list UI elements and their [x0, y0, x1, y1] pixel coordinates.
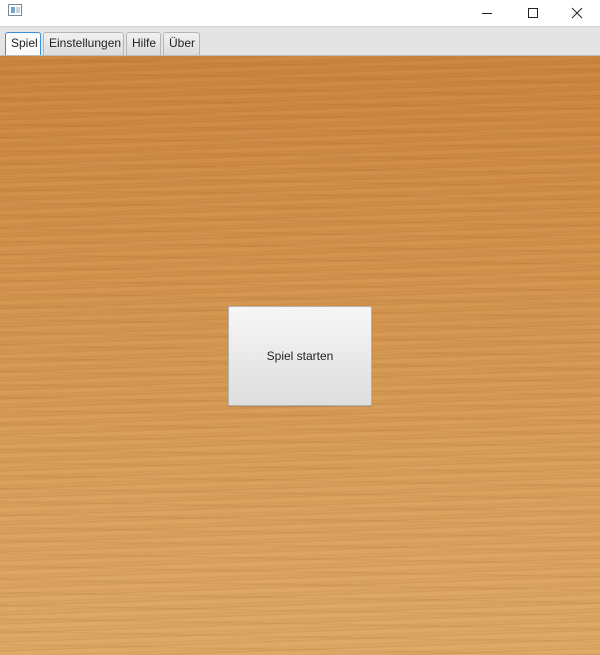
close-button[interactable]: [554, 0, 600, 26]
app-window: Spiel Einstellungen Hilfe Über Spiel sta…: [0, 0, 600, 655]
maximize-icon: [528, 8, 538, 18]
wood-background-panel: Spiel starten: [0, 56, 600, 655]
tab-ueber[interactable]: Über: [163, 32, 200, 55]
tab-einstellungen[interactable]: Einstellungen: [43, 32, 124, 55]
tab-spiel[interactable]: Spiel: [5, 32, 41, 55]
start-game-button-label: Spiel starten: [266, 349, 334, 363]
minimize-icon: [482, 13, 492, 14]
title-bar: [0, 0, 600, 26]
tab-bar: Spiel Einstellungen Hilfe Über: [0, 26, 600, 56]
tab-hilfe[interactable]: Hilfe: [126, 32, 161, 55]
start-game-button[interactable]: Spiel starten: [228, 306, 372, 406]
minimize-button[interactable]: [464, 0, 510, 26]
maximize-button[interactable]: [510, 0, 556, 26]
close-icon: [571, 7, 583, 19]
app-icon: [8, 4, 22, 16]
